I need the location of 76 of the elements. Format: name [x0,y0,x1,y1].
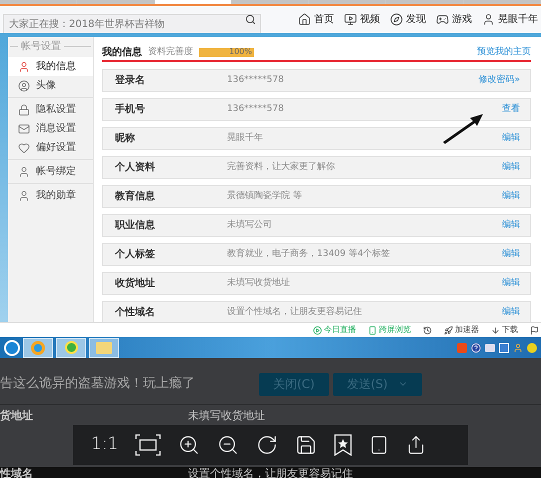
lock-icon [18,104,30,116]
browser-taskbar-icon[interactable] [23,338,53,358]
person-icon[interactable] [513,342,523,352]
status-bar-item[interactable] [423,326,432,334]
game-icon [436,13,449,26]
field-value: 未填写收货地址 [188,410,265,420]
sidebar-item[interactable]: 偏好设置 [8,138,93,157]
help-icon[interactable] [471,342,481,352]
field-label: 登录名 [115,74,146,88]
annotation-arrow [441,112,485,144]
zoom-out-icon[interactable] [217,434,240,456]
save-icon[interactable] [295,434,318,456]
status-bar-item[interactable]: 加速器 [444,324,479,336]
search-icon[interactable] [245,14,256,24]
user-icon [482,13,495,26]
field-value: 晃眼千年 [227,132,263,145]
nav-link[interactable]: 首页 [314,12,334,27]
actual-size-button[interactable]: 1:1 [91,432,118,458]
field-value: 136*****578 [227,102,284,116]
field-label: 个人标签 [115,248,156,262]
field-label: 个性域名 [115,306,156,320]
download-icon [491,326,500,334]
mail-icon [18,122,30,134]
home-icon [298,13,311,26]
field-value: 完善资料，让大家更了解你 [227,160,335,174]
completeness-reading: 100% [229,46,252,58]
section-title: 我的信息 [102,46,142,60]
user-icon [18,190,30,202]
nav-link[interactable]: 晃眼千年 [498,12,538,27]
history-icon [423,326,432,334]
phone-icon [368,326,377,334]
sidebar-item[interactable]: 隐私设置 [8,100,93,119]
sidebar-item[interactable]: 消息设置 [8,119,93,138]
field-value: 景德镇陶瓷学院 等 [227,190,302,203]
field-label: 个人资料 [115,160,156,175]
live-icon [313,326,322,334]
avatar-icon [18,80,30,92]
field-label: 手机号 [115,102,146,117]
start-button[interactable] [4,340,20,356]
fit-screen-icon[interactable] [135,434,162,456]
field-value: 设置个性域名，让朋友更容易记住 [227,306,362,319]
sidebar-item[interactable]: 头像 [8,76,93,95]
flag-icon[interactable] [530,326,539,334]
field-value: 136*****578 [227,74,284,87]
nav-link[interactable]: 发现 [406,12,426,27]
speed-icon [444,326,453,334]
zoom-in-icon[interactable] [178,434,200,456]
field-label: 货地址 [0,410,34,420]
user-icon [18,166,30,178]
info-icon [18,60,30,72]
field-label: 昵称 [115,132,136,146]
sidebar-item[interactable]: 帐号绑定 [8,162,93,181]
field-label: 教育信息 [115,189,156,204]
field-value: 设置个性域名，让朋友更容易记住 [188,468,353,478]
preview-link[interactable]: 预览我的主页 [477,46,531,60]
field-label: 收货地址 [115,276,156,291]
field-value: 未填写公司 [227,218,272,232]
field-label: 职业信息 [115,218,156,233]
search-field[interactable]: 大家正在搜：2018年世界杯吉祥物 [3,14,261,34]
nav-link[interactable]: 视频 [360,12,380,27]
bookmark-star-icon[interactable] [334,434,352,456]
field-value: 教育就业，电子商务，13409 等4个标签 [227,248,390,261]
folder-taskbar-icon[interactable] [89,338,119,358]
status-bar-item[interactable]: 下载 [491,324,518,336]
heart-icon [18,142,30,154]
sidebar-item[interactable]: 我的勋章 [8,186,93,205]
sidebar-item[interactable]: 我的信息 [8,57,93,76]
rotate-icon[interactable] [256,434,278,456]
video-icon [344,13,357,26]
ie-taskbar-icon[interactable] [56,338,86,358]
field-value: 未填写收货地址 [227,276,290,290]
chat-message: 告这么诡异的盗墓游戏！玩上瘾了 [0,375,196,394]
nav-link[interactable]: 游戏 [452,12,472,27]
sidebar-heading: 帐号设置 [21,40,61,54]
completeness-label: 资料完善度 [148,46,193,59]
discover-icon [390,13,403,26]
